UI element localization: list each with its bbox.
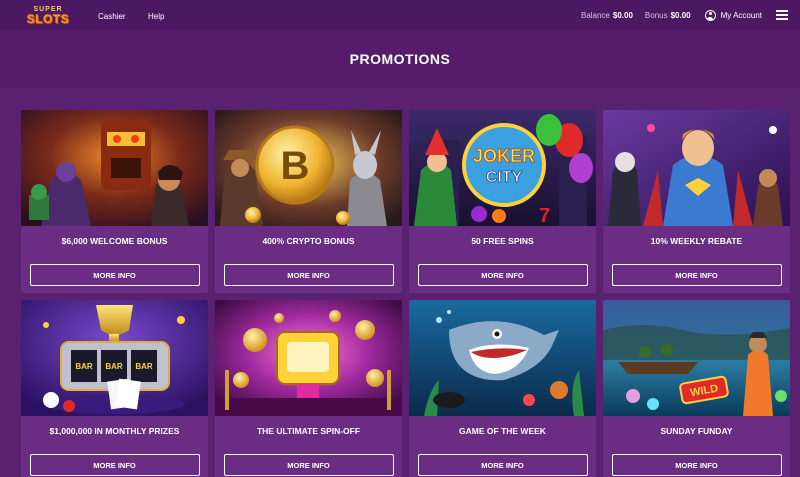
- joker-logo-top: JOKER: [473, 146, 535, 166]
- page-title: PROMOTIONS: [349, 51, 451, 67]
- monthly-prizes-illustration: BAR BAR BAR: [21, 300, 208, 416]
- promo-title: $6,000 WELCOME BONUS: [61, 236, 168, 246]
- more-info-button[interactable]: MORE INFO: [611, 264, 782, 286]
- promo-image-free-spins[interactable]: JOKER CITY 7: [409, 110, 596, 226]
- reel-symbol: BAR: [135, 362, 153, 371]
- reel-symbol: BAR: [75, 362, 93, 371]
- bitcoin-symbol: B: [281, 144, 310, 188]
- nav-help-link[interactable]: Help: [148, 12, 164, 21]
- more-info-button[interactable]: MORE INFO: [223, 454, 394, 476]
- ultimate-spin-off-illustration: [215, 300, 402, 416]
- promo-card: B 400% CRYPTO BONUS MORE INFO: [215, 110, 402, 293]
- promo-image-sunday-funday[interactable]: WILD: [603, 300, 790, 416]
- more-info-button[interactable]: MORE INFO: [29, 454, 200, 476]
- promo-image-game-of-the-week[interactable]: [409, 300, 596, 416]
- logo-bottom-text: SLOTS: [26, 11, 70, 26]
- more-info-button[interactable]: MORE INFO: [417, 264, 588, 286]
- account-summary: Balance $0.00 Bonus $0.00 My Account: [580, 9, 788, 21]
- promotions-section: $6,000 WELCOME BONUS MORE INFO B 400% CR…: [0, 88, 800, 477]
- super-slots-logo[interactable]: SUPER SLOTS: [26, 2, 70, 28]
- more-info-button[interactable]: MORE INFO: [611, 454, 782, 476]
- promo-card: WILD SUNDAY FUNDAY MORE INFO: [603, 300, 790, 477]
- menu-icon[interactable]: [776, 10, 788, 20]
- weekly-rebate-illustration: [603, 110, 790, 226]
- page-title-band: PROMOTIONS: [0, 30, 800, 88]
- promo-title: SUNDAY FUNDAY: [660, 426, 733, 436]
- sunday-funday-illustration: WILD: [603, 300, 790, 416]
- crypto-bonus-illustration: B: [215, 110, 402, 226]
- promo-title: 400% CRYPTO BONUS: [262, 236, 355, 246]
- promo-card: THE ULTIMATE SPIN-OFF MORE INFO: [215, 300, 402, 477]
- more-info-button[interactable]: MORE INFO: [29, 264, 200, 286]
- bonus-value: $0.00: [670, 10, 691, 20]
- free-spins-illustration: JOKER CITY 7: [409, 110, 596, 226]
- reel-symbol: BAR: [105, 362, 123, 371]
- promo-image-welcome-bonus[interactable]: [21, 110, 208, 226]
- nav-cashier-link[interactable]: Cashier: [98, 12, 126, 21]
- main-nav: Cashier Help: [98, 6, 182, 24]
- promo-title: 10% WEEKLY REBATE: [650, 236, 743, 246]
- more-info-button[interactable]: MORE INFO: [417, 454, 588, 476]
- promo-card: GAME OF THE WEEK MORE INFO: [409, 300, 596, 477]
- promo-title: GAME OF THE WEEK: [459, 426, 546, 436]
- my-account-label: My Account: [720, 10, 762, 20]
- user-icon: [704, 9, 716, 21]
- welcome-bonus-illustration: [21, 110, 208, 226]
- promo-image-monthly-prizes[interactable]: BAR BAR BAR: [21, 300, 208, 416]
- promo-card: JOKER CITY 7 50 FREE SPINS MORE INFO: [409, 110, 596, 293]
- promo-card: BAR BAR BAR $1,000,000 IN MONTHLY PRIZES…: [21, 300, 208, 477]
- promotions-grid: $6,000 WELCOME BONUS MORE INFO B 400% CR…: [21, 110, 790, 477]
- game-of-the-week-illustration: [409, 300, 596, 416]
- promo-image-weekly-rebate[interactable]: [603, 110, 790, 226]
- lucky-seven-art: 7: [539, 205, 550, 226]
- balance-label: Balance: [580, 10, 610, 20]
- promo-card: $6,000 WELCOME BONUS MORE INFO: [21, 110, 208, 293]
- promo-image-crypto-bonus[interactable]: B: [215, 110, 402, 226]
- my-account-button[interactable]: My Account: [704, 9, 762, 21]
- more-info-button[interactable]: MORE INFO: [223, 264, 394, 286]
- top-bar: SUPER SLOTS Cashier Help Balance $0.00 B…: [0, 0, 800, 30]
- joker-logo-bottom: CITY: [486, 169, 523, 186]
- promo-title: 50 FREE SPINS: [471, 236, 534, 246]
- promo-title: THE ULTIMATE SPIN-OFF: [256, 426, 361, 436]
- promo-card: 10% WEEKLY REBATE MORE INFO: [603, 110, 790, 293]
- promo-title: $1,000,000 IN MONTHLY PRIZES: [49, 426, 180, 436]
- bonus-label: Bonus: [644, 10, 668, 20]
- balance-value: $0.00: [612, 10, 633, 20]
- promo-image-ultimate-spin-off[interactable]: [215, 300, 402, 416]
